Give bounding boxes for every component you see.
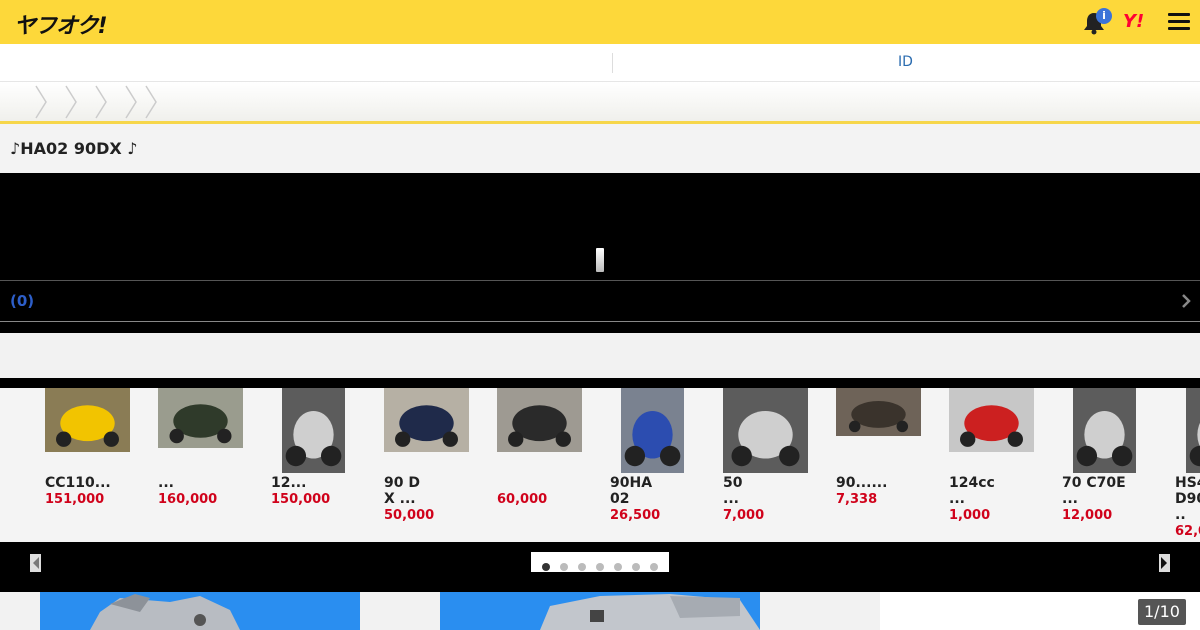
subnav-divider [612,53,613,73]
page-dots [531,552,669,572]
image-counter: 1/10 [1138,599,1186,625]
page-dot[interactable] [632,563,640,571]
yafuoku-logo[interactable]: ヤフオク! [14,8,108,40]
item-thumbnail[interactable] [497,388,582,452]
media-area [0,173,1200,280]
item-thumbnail[interactable] [949,388,1034,452]
carousel-pager [0,542,1200,592]
breadcrumb-chevron-icon[interactable] [124,82,138,122]
item-name[interactable]: 50 ... [723,475,823,507]
item-thumbnail[interactable] [1073,388,1136,473]
item-thumbnail[interactable] [384,388,469,452]
breadcrumb-chevron-icon[interactable] [64,82,78,122]
item-price: 60,000 [497,492,548,507]
page-dot[interactable] [596,563,604,571]
id-link[interactable]: ID [898,54,913,70]
item-thumbnail[interactable] [158,388,243,448]
breadcrumb-chevron-icon[interactable] [94,82,108,122]
image-gallery: 1/10 [0,592,1200,630]
item-price: 160,000 [158,492,218,507]
item-name[interactable]: ... [158,475,258,491]
carousel-next-button[interactable] [1159,554,1170,572]
item-price: 7,338 [836,492,878,507]
top-header: ヤフオク! i Y! [0,0,1200,44]
info-band [0,333,1200,378]
item-thumbnail[interactable] [723,388,808,473]
item-price: 62,0 [1175,524,1200,539]
seller-rating-count[interactable]: (0) [10,292,34,310]
related-items-carousel: CC110... 151,000 ... 160,000 12... 150,000 9… [0,388,1200,542]
item-thumbnail[interactable] [621,388,684,473]
item-price: 12,000 [1062,508,1113,523]
item-name[interactable]: 124cc ... [949,475,1049,507]
item-name[interactable]: CC110... [45,475,145,491]
sub-navigation: ID [0,44,1200,82]
page-dot[interactable] [542,563,550,571]
hamburger-menu-icon[interactable] [1168,13,1190,31]
item-price: 150,000 [271,492,331,507]
gallery-image[interactable] [40,592,360,630]
page-dot[interactable] [650,563,658,571]
carousel-prev-button[interactable] [30,554,41,572]
item-thumbnail[interactable] [45,388,130,452]
listing-title-bar: ♪HA02 90DX ♪ [0,124,1200,173]
chevron-right-icon[interactable] [1180,293,1192,309]
item-price: 50,000 [384,508,435,523]
page-dot[interactable] [578,563,586,571]
gallery-image[interactable] [440,592,760,630]
page-title: ♪HA02 90DX ♪ [10,139,138,158]
page-dot[interactable] [560,563,568,571]
item-price: 26,500 [610,508,661,523]
item-name[interactable]: 12... [271,475,371,491]
item-name[interactable]: HS4 D90 .. [1175,475,1200,523]
loading-indicator [596,248,604,272]
item-name[interactable]: 90 D X ... [384,475,484,507]
arrow-right-icon [1161,557,1167,569]
item-price: 7,000 [723,508,765,523]
item-name[interactable]: 90...... [836,475,936,491]
seller-rating-row[interactable]: (0) [0,280,1200,322]
notification-badge: i [1096,8,1112,24]
page-dot[interactable] [614,563,622,571]
item-thumbnail[interactable] [282,388,345,473]
item-price: 151,000 [45,492,105,507]
breadcrumb-chevron-icon[interactable] [34,82,48,122]
item-thumbnail[interactable] [1186,388,1200,473]
item-name[interactable]: 70 C70E ... [1062,475,1162,507]
item-thumbnail[interactable] [836,388,921,436]
breadcrumb-chevron-icon[interactable] [144,82,158,122]
item-price: 1,000 [949,508,991,523]
arrow-left-icon [33,557,39,569]
breadcrumb [0,82,1200,124]
yahoo-icon[interactable]: Y! [1123,11,1144,32]
item-name[interactable]: 90HA 02 [610,475,710,507]
